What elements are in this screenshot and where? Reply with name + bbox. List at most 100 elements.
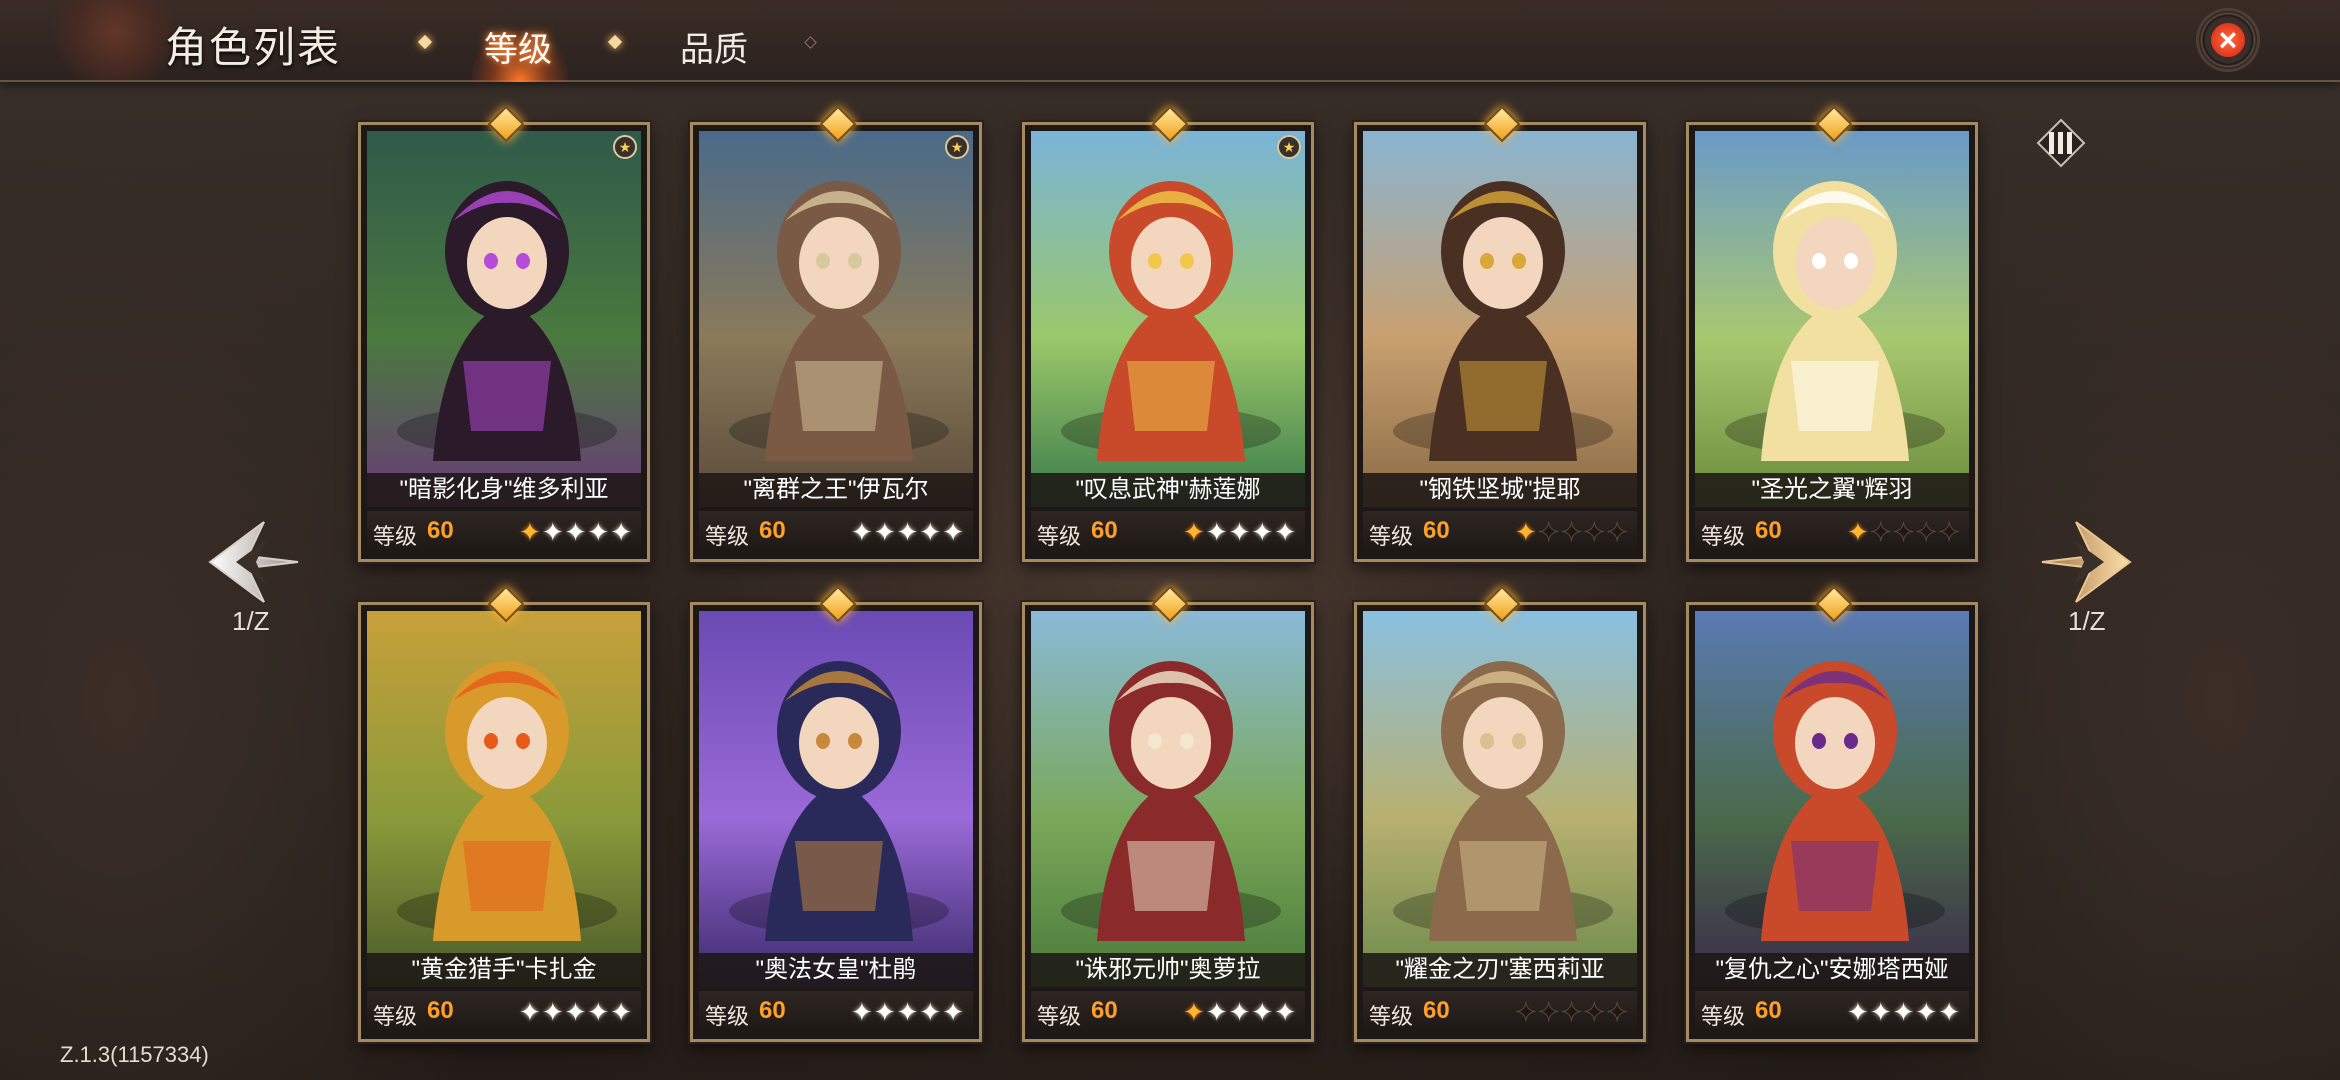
star-icon: ✦	[1537, 517, 1561, 548]
top-bar: 角色列表 等级 品质 ×	[0, 0, 2340, 82]
level-value: 60	[1755, 997, 1782, 1024]
level-label: 等级	[1369, 524, 1414, 549]
level-bar: 等级 60 ✦✦✦✦✦	[1695, 511, 1969, 553]
character-card[interactable]: "诛邪元帅"奥萝拉等级 60 ✦✦✦✦✦	[1022, 585, 1314, 1042]
character-card[interactable]: "复仇之心"安娜塔西娅 等级 60 ✦✦✦✦✦	[1686, 585, 1978, 1042]
character-card[interactable]: "钢铁坚城"提耶 等级 60 ✦✦✦✦✦	[1354, 105, 1646, 562]
star-icon: ✦	[541, 997, 565, 1027]
level-bar: 等级 60 ✦✦✦✦✦	[1695, 991, 1969, 1033]
page-indicator-right: 1/Z	[2068, 606, 2106, 636]
star-icon: ✦	[919, 997, 943, 1027]
character-name: "离群之王"伊瓦尔	[699, 473, 973, 507]
character-card[interactable]: "耀金之刃"塞西莉亚 等级 60 ✦✦✦✦✦	[1354, 585, 1646, 1042]
level-bar: 等级 60 ✦✦✦✦✦	[367, 991, 641, 1033]
star-icon: ✦	[1583, 997, 1607, 1028]
character-name: "诛邪元帅"奥萝拉	[1031, 953, 1305, 987]
star-icon: ✦	[1869, 517, 1893, 548]
star-rating: ✦✦✦✦✦	[1847, 517, 1961, 548]
level-bar: 等级 60 ✦✦✦✦✦	[1031, 991, 1305, 1033]
star-icon: ✦	[1915, 517, 1939, 548]
character-portrait	[1031, 611, 1305, 987]
star-icon: ✦	[1274, 517, 1297, 547]
star-icon: ✦	[541, 517, 565, 547]
tab-divider-icon	[607, 34, 623, 50]
level-value: 60	[759, 517, 786, 544]
character-portrait	[367, 131, 641, 507]
character-card[interactable]: "黄金猎手"卡扎金 等级 60 ✦✦✦✦✦	[358, 585, 650, 1042]
level-value: 60	[427, 997, 454, 1024]
level-value: 60	[1423, 517, 1450, 544]
favorite-star-icon: ★	[1277, 135, 1301, 159]
prev-page-arrow-icon[interactable]	[206, 518, 302, 606]
character-card[interactable]: ★ "暗影化身"维多利亚 等级 60 ✦✦✦✦✦	[358, 105, 650, 562]
character-name: "黄金猎手"卡扎金	[367, 953, 641, 987]
character-portrait	[1031, 131, 1305, 507]
level-bar: 等级 60 ✦✦✦✦✦	[1363, 511, 1637, 553]
character-name: "奥法女皇"杜鹃	[699, 953, 973, 987]
star-rating: ✦✦✦✦✦	[851, 517, 965, 548]
tab-divider-icon	[417, 34, 433, 50]
star-icon: ✦	[1515, 517, 1538, 547]
character-card[interactable]: ★ "离群之王"伊瓦尔等级 60 ✦✦✦✦✦	[690, 105, 982, 562]
character-card[interactable]: "奥法女皇"杜鹃 等级 60 ✦✦✦✦✦	[690, 585, 982, 1042]
character-portrait	[1363, 131, 1637, 507]
favorite-star-icon: ★	[945, 135, 969, 159]
level-bar: 等级 60 ✦✦✦✦✦	[699, 991, 973, 1033]
level-label: 等级	[373, 524, 418, 549]
star-icon: ✦	[519, 997, 542, 1027]
grid-view-icon[interactable]	[2036, 118, 2086, 168]
level-value: 60	[1423, 997, 1450, 1024]
star-icon: ✦	[1560, 517, 1584, 548]
star-icon: ✦	[1869, 997, 1893, 1027]
star-icon: ✦	[1847, 997, 1870, 1027]
character-portrait	[699, 611, 973, 987]
star-icon: ✦	[519, 517, 542, 547]
star-icon: ✦	[896, 997, 920, 1027]
star-rating: ✦✦✦✦✦	[1847, 997, 1961, 1028]
level-value: 60	[759, 997, 786, 1024]
star-icon: ✦	[587, 997, 611, 1027]
star-icon: ✦	[1915, 997, 1939, 1027]
star-icon: ✦	[919, 517, 943, 547]
star-icon: ✦	[1205, 517, 1229, 547]
level-label: 等级	[373, 1004, 418, 1029]
star-icon: ✦	[1228, 517, 1252, 547]
star-icon: ✦	[610, 997, 633, 1027]
character-card[interactable]: ★ "叹息武神"赫莲娜 等级 60 ✦✦✦✦✦	[1022, 105, 1314, 562]
level-value: 60	[1091, 517, 1118, 544]
star-icon: ✦	[1274, 997, 1297, 1027]
star-icon: ✦	[942, 997, 965, 1027]
star-icon: ✦	[1251, 517, 1275, 547]
star-icon: ✦	[1560, 997, 1584, 1028]
star-icon: ✦	[1183, 517, 1206, 547]
tab-divider-icon	[804, 36, 817, 49]
character-name: "暗影化身"维多利亚	[367, 473, 641, 507]
version-label: Z.1.3(1157334)	[60, 1042, 209, 1067]
star-rating: ✦✦✦✦✦	[851, 997, 965, 1028]
tab-quality[interactable]: 品质	[680, 22, 748, 71]
character-portrait	[1695, 611, 1969, 987]
close-button[interactable]: ×	[2196, 8, 2260, 72]
star-icon: ✦	[942, 517, 965, 547]
next-page-arrow-icon[interactable]	[2038, 518, 2134, 606]
star-icon: ✦	[1583, 517, 1607, 548]
star-icon: ✦	[851, 997, 874, 1027]
star-icon: ✦	[873, 997, 897, 1027]
level-value: 60	[1755, 517, 1782, 544]
star-icon: ✦	[610, 517, 633, 547]
level-label: 等级	[1369, 1004, 1414, 1029]
level-bar: 等级 60 ✦✦✦✦✦	[1363, 991, 1637, 1033]
tab-level[interactable]: 等级	[484, 22, 552, 71]
level-label: 等级	[705, 1004, 750, 1029]
character-portrait	[699, 131, 973, 507]
level-label: 等级	[705, 524, 750, 549]
character-name: "圣光之翼"辉羽	[1695, 473, 1969, 507]
level-bar: 等级 60 ✦✦✦✦✦	[367, 511, 641, 553]
level-label: 等级	[1037, 1004, 1082, 1029]
level-bar: 等级 60 ✦✦✦✦✦	[1031, 511, 1305, 553]
star-icon: ✦	[564, 997, 588, 1027]
star-icon: ✦	[851, 517, 874, 547]
character-name: "耀金之刃"塞西莉亚	[1363, 953, 1637, 987]
star-icon: ✦	[1847, 517, 1870, 547]
character-card[interactable]: "圣光之翼"辉羽 等级 60 ✦✦✦✦✦	[1686, 105, 1978, 562]
